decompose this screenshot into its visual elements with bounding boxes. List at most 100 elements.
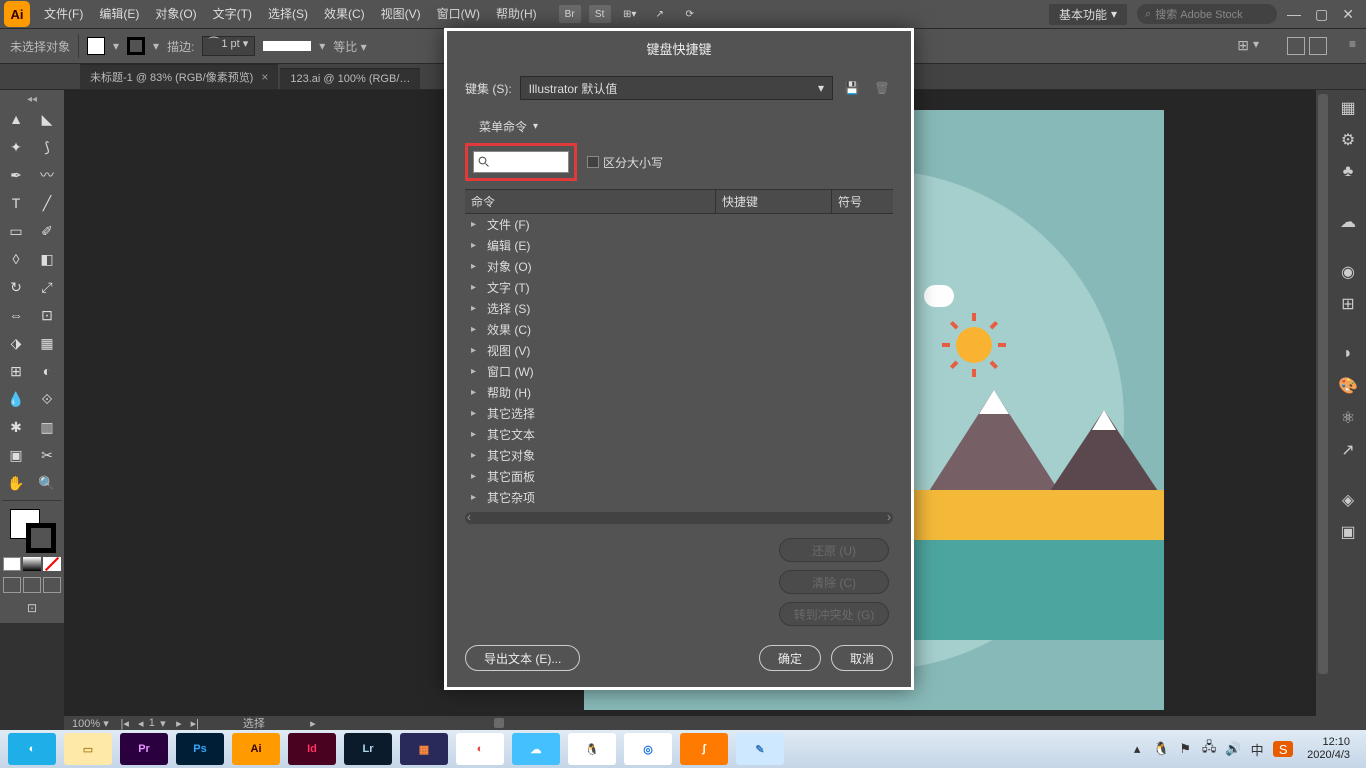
horizontal-scrollbar[interactable] bbox=[494, 718, 504, 728]
symbols-panel-icon[interactable]: ⚛ bbox=[1335, 406, 1361, 430]
stroke-style[interactable] bbox=[263, 41, 311, 51]
taskbar-app[interactable]: ◐ bbox=[8, 733, 56, 765]
list-scrollbar[interactable] bbox=[465, 512, 893, 524]
command-row[interactable]: ▸效果 (C) bbox=[465, 319, 893, 340]
layers-panel-icon[interactable]: ◈ bbox=[1335, 488, 1361, 512]
command-row[interactable]: ▸文字 (T) bbox=[465, 277, 893, 298]
none-mode[interactable] bbox=[43, 557, 61, 571]
draw-inside[interactable] bbox=[43, 577, 61, 593]
selection-tool[interactable]: ▲ bbox=[2, 106, 30, 132]
color-mode[interactable] bbox=[3, 557, 21, 571]
ok-button[interactable]: 确定 bbox=[759, 645, 821, 671]
sync-icon[interactable]: ⟳ bbox=[679, 5, 701, 23]
align-panel-icon[interactable] bbox=[1309, 37, 1327, 55]
save-keyset-icon[interactable]: 💾 bbox=[841, 77, 863, 99]
stock-icon[interactable]: St bbox=[589, 5, 611, 23]
uniform-label[interactable]: 等比 ▾ bbox=[333, 38, 366, 55]
taskbar-app[interactable]: Id bbox=[288, 733, 336, 765]
command-row[interactable]: ▸选择 (S) bbox=[465, 298, 893, 319]
delete-keyset-icon[interactable]: 🗑 bbox=[871, 77, 893, 99]
command-list[interactable]: ▸文件 (F)▸编辑 (E)▸对象 (O)▸文字 (T)▸选择 (S)▸效果 (… bbox=[465, 214, 893, 508]
vertical-scrollbar[interactable] bbox=[1316, 90, 1330, 716]
menu-object[interactable]: 对象(O) bbox=[147, 0, 204, 28]
close-icon[interactable]: × bbox=[261, 70, 268, 84]
direct-selection-tool[interactable]: ◣ bbox=[33, 106, 61, 132]
command-row[interactable]: ▸文件 (F) bbox=[465, 214, 893, 235]
color-panel-icon[interactable]: ◉ bbox=[1335, 260, 1361, 284]
taskbar-app[interactable]: Ps bbox=[176, 733, 224, 765]
tray-sogou-icon[interactable]: S bbox=[1273, 741, 1293, 757]
system-tray[interactable]: ▴ 🐧 ⚑ 🖧 🔊 中 S 12:10 2020/4/3 bbox=[1129, 736, 1362, 762]
screen-mode[interactable]: ⊡ bbox=[2, 597, 62, 619]
cc-panel-icon[interactable]: ♣ bbox=[1335, 160, 1361, 184]
taskbar-app[interactable]: ◎ bbox=[624, 733, 672, 765]
workspace-selector[interactable]: 基本功能▾ bbox=[1049, 4, 1127, 25]
perspective-tool[interactable]: ▦ bbox=[33, 330, 61, 356]
panel-menu-icon[interactable]: ≡ bbox=[1349, 37, 1356, 55]
match-case-checkbox[interactable]: 区分大小写 bbox=[587, 154, 663, 171]
type-tool[interactable]: T bbox=[2, 190, 30, 216]
zoom-tool[interactable]: 🔍 bbox=[33, 470, 61, 496]
tray-network-icon[interactable]: 🖧 bbox=[1201, 741, 1217, 757]
stroke-swatch[interactable] bbox=[127, 37, 145, 55]
taskbar-app[interactable]: ∫ bbox=[680, 733, 728, 765]
command-row[interactable]: ▸对象 (O) bbox=[465, 256, 893, 277]
command-row[interactable]: ▸其它对象 bbox=[465, 445, 893, 466]
clock[interactable]: 12:10 2020/4/3 bbox=[1301, 736, 1356, 762]
shortcut-search-input[interactable] bbox=[473, 151, 569, 173]
gpu-icon[interactable]: ↗ bbox=[649, 5, 671, 23]
taskbar-app[interactable]: ▭ bbox=[64, 733, 112, 765]
libraries-panel-icon[interactable]: ⚙ bbox=[1335, 128, 1361, 152]
taskbar-app[interactable]: ☁ bbox=[512, 733, 560, 765]
command-row[interactable]: ▸其它杂项 bbox=[465, 487, 893, 508]
shape-builder-tool[interactable]: ⬗ bbox=[2, 330, 30, 356]
mesh-tool[interactable]: ⊞ bbox=[2, 358, 30, 384]
cancel-button[interactable]: 取消 bbox=[831, 645, 893, 671]
next-artboard[interactable]: ▸ bbox=[171, 717, 187, 730]
taskbar-app[interactable]: Ai bbox=[232, 733, 280, 765]
slice-tool[interactable]: ✂ bbox=[33, 442, 61, 468]
command-row[interactable]: ▸其它文本 bbox=[465, 424, 893, 445]
rotate-tool[interactable]: ↻ bbox=[2, 274, 30, 300]
draw-behind[interactable] bbox=[23, 577, 41, 593]
minimize-button[interactable]: — bbox=[1287, 6, 1301, 23]
doc-tab-1[interactable]: 未标题-1 @ 83% (RGB/像素预览)× bbox=[80, 64, 278, 89]
swatches-panel-icon[interactable]: ⊞ bbox=[1335, 292, 1361, 316]
category-select[interactable]: 菜单命令▾ bbox=[479, 118, 893, 135]
taskbar-app[interactable]: Lr bbox=[344, 733, 392, 765]
taskbar-app[interactable]: 🐧 bbox=[568, 733, 616, 765]
last-artboard[interactable]: ▸| bbox=[187, 717, 203, 730]
fill-stroke-control[interactable] bbox=[2, 505, 62, 553]
taskbar-app[interactable]: ✎ bbox=[736, 733, 784, 765]
search-field[interactable] bbox=[494, 155, 562, 169]
close-button[interactable]: ✕ bbox=[1342, 6, 1354, 23]
maximize-button[interactable]: ▢ bbox=[1315, 6, 1328, 23]
tray-ime-icon[interactable]: 中 bbox=[1249, 741, 1265, 757]
fill-swatch[interactable] bbox=[87, 37, 105, 55]
export-text-button[interactable]: 导出文本 (E)... bbox=[465, 645, 580, 671]
blend-tool[interactable]: ⟐ bbox=[33, 386, 61, 412]
gradient-tool[interactable]: ◐ bbox=[33, 358, 61, 384]
rectangle-tool[interactable]: ▭ bbox=[2, 218, 30, 244]
curvature-tool[interactable]: 〰 bbox=[33, 162, 61, 188]
menu-window[interactable]: 窗口(W) bbox=[429, 0, 488, 28]
tray-volume-icon[interactable]: 🔊 bbox=[1225, 741, 1241, 757]
menu-type[interactable]: 文字(T) bbox=[205, 0, 260, 28]
stroke-weight[interactable]: ⁀ 1 pt ▾ bbox=[202, 36, 255, 56]
artboard-tool[interactable]: ▣ bbox=[2, 442, 30, 468]
width-tool[interactable]: ⇔ bbox=[2, 302, 30, 328]
transform-icon[interactable] bbox=[1287, 37, 1305, 55]
tray-flag-icon[interactable]: ⚑ bbox=[1177, 741, 1193, 757]
first-artboard[interactable]: |◂ bbox=[117, 717, 133, 730]
pen-tool[interactable]: ✒ bbox=[2, 162, 30, 188]
shaper-tool[interactable]: ◊ bbox=[2, 246, 30, 272]
brushes-panel-icon[interactable]: ◗ bbox=[1335, 342, 1361, 366]
command-row[interactable]: ▸窗口 (W) bbox=[465, 361, 893, 382]
draw-normal[interactable] bbox=[3, 577, 21, 593]
tray-qq-icon[interactable]: 🐧 bbox=[1153, 741, 1169, 757]
command-row[interactable]: ▸帮助 (H) bbox=[465, 382, 893, 403]
command-row[interactable]: ▸视图 (V) bbox=[465, 340, 893, 361]
keyset-select[interactable]: Illustrator 默认值▾ bbox=[520, 76, 833, 100]
bridge-icon[interactable]: Br bbox=[559, 5, 581, 23]
symbol-sprayer-tool[interactable]: ✱ bbox=[2, 414, 30, 440]
